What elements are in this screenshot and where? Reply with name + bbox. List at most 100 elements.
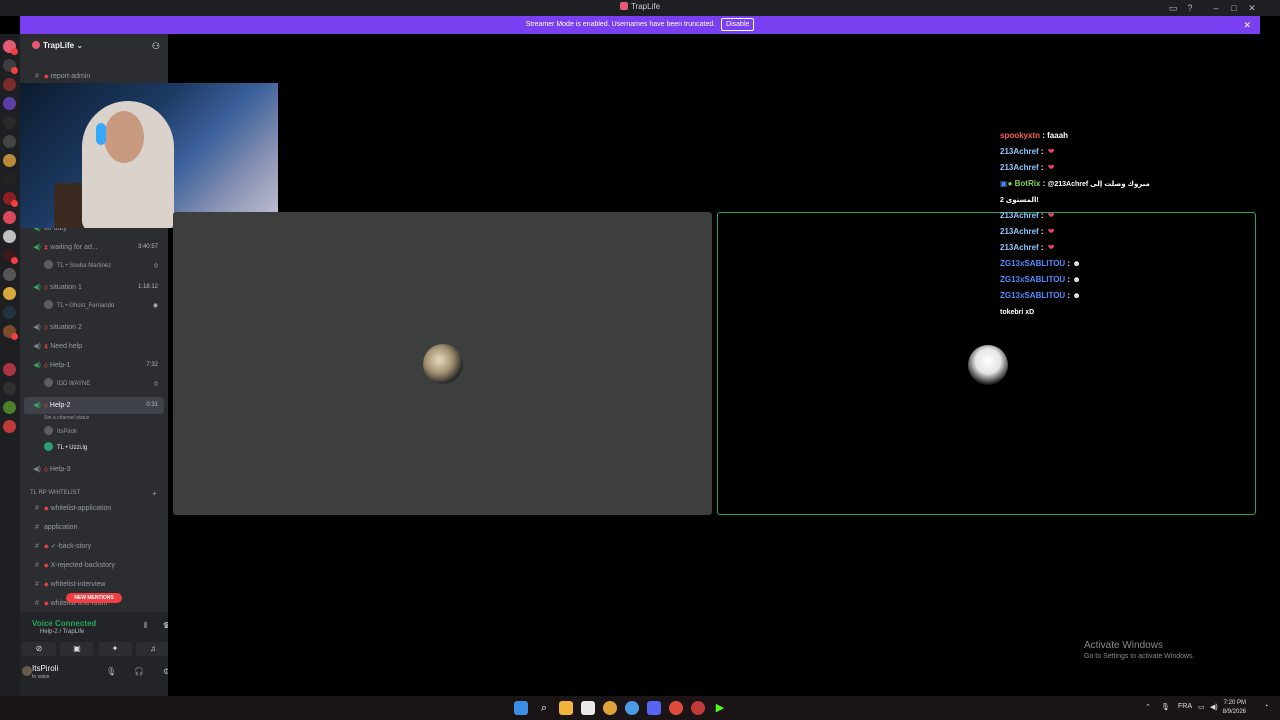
disconnect-icon[interactable]: ☎ bbox=[163, 621, 168, 630]
headphones-icon[interactable]: 🎧 bbox=[134, 667, 144, 676]
close-icon[interactable]: ✕ bbox=[1247, 3, 1257, 13]
lock-icon: ◆ bbox=[44, 601, 49, 607]
bot-badge-icon: ▣ bbox=[1000, 179, 1008, 188]
add-channel-icon[interactable]: + bbox=[152, 490, 157, 498]
heart-emoji-icon: ❤ bbox=[1047, 227, 1055, 236]
kick-icon[interactable]: ▶ bbox=[713, 701, 727, 715]
server-icon[interactable] bbox=[3, 59, 18, 74]
voice-member[interactable]: TL • Ghost_Fernando ◉ bbox=[44, 299, 162, 313]
server-header[interactable]: TrapLife ⌄ ⚇ bbox=[20, 34, 168, 58]
avatar[interactable] bbox=[22, 666, 32, 676]
chrome-icon[interactable] bbox=[669, 701, 683, 715]
network-icon[interactable]: ▭ bbox=[1198, 703, 1205, 711]
microphone-icon[interactable]: 🎙 bbox=[1161, 703, 1170, 711]
channel-whitelist-interview[interactable]: # ◆ whitelist-interview bbox=[24, 576, 164, 593]
channel-help-3[interactable]: ◀) ⦸ Help-3 bbox=[24, 461, 164, 478]
chrome-icon[interactable] bbox=[625, 701, 639, 715]
help-icon[interactable]: ? bbox=[1185, 3, 1195, 13]
channel-waiting[interactable]: ◀) ⧗ waiting for ad... 3:40:57 bbox=[24, 239, 164, 256]
member-status-icons: ⦸ bbox=[154, 263, 158, 269]
webcam-overlay bbox=[20, 83, 278, 228]
server-icon[interactable] bbox=[3, 173, 16, 186]
channel-help-1[interactable]: ◀) ⦸ Help-1 7:32 bbox=[24, 357, 164, 374]
chevron-up-icon[interactable]: ⌃ bbox=[1145, 703, 1151, 711]
username[interactable]: ItsPiroli bbox=[32, 664, 58, 673]
chat-message: 213Achref : ❤ bbox=[1000, 163, 1055, 172]
voice-connected-label[interactable]: Voice Connected bbox=[32, 619, 96, 628]
channel-situation-2[interactable]: ◀) ⦸ situation 2 bbox=[24, 319, 164, 336]
chat-message: 213Achref : ❤ bbox=[1000, 227, 1055, 236]
volume-icon[interactable]: ◀) bbox=[1210, 703, 1218, 711]
channel-situation-1[interactable]: ◀) ⦸ situation 1 1:18:12 bbox=[24, 279, 164, 296]
activities-button[interactable]: ✦ bbox=[98, 642, 132, 656]
channel-whitelist-application[interactable]: # ◆ whitelist-application bbox=[24, 500, 164, 517]
server-icon[interactable] bbox=[3, 116, 16, 129]
minimize-icon[interactable]: – bbox=[1211, 3, 1221, 13]
clock[interactable]: 7:20 PM 8/9/2026 bbox=[1223, 699, 1246, 717]
chat-message: tokebri xD bbox=[1000, 309, 1035, 316]
notifications-icon[interactable]: ◔ bbox=[1264, 703, 1268, 710]
speaker-icon: ◀) bbox=[33, 362, 41, 369]
server-icon[interactable] bbox=[3, 192, 18, 207]
voice-member[interactable]: TL • Uzzi.lg bbox=[44, 441, 162, 455]
channel-status[interactable]: Set a channel status bbox=[44, 411, 162, 425]
channel-rejected-backstory[interactable]: # ◆ X-rejected-backstory bbox=[24, 557, 164, 574]
camera-off-button[interactable]: ⊘ bbox=[22, 642, 56, 656]
new-mentions-badge[interactable]: NEW MENTIONS bbox=[66, 593, 122, 603]
server-icon[interactable] bbox=[3, 249, 18, 264]
server-icon[interactable] bbox=[3, 135, 16, 148]
server-icon[interactable] bbox=[3, 382, 16, 395]
channel-need-help[interactable]: ◀) ⧗ Need help bbox=[24, 338, 164, 355]
noise-suppression-icon[interactable]: ⫴ bbox=[144, 621, 147, 631]
add-member-icon[interactable]: ⚇ bbox=[152, 41, 160, 52]
voice-tile[interactable] bbox=[173, 212, 712, 515]
gear-icon[interactable]: ⚙ bbox=[163, 667, 168, 676]
channel-back-story[interactable]: # ◆ ✓-back-story bbox=[24, 538, 164, 555]
server-icon[interactable] bbox=[3, 78, 16, 91]
server-icon[interactable] bbox=[3, 306, 16, 319]
chrome-icon[interactable] bbox=[603, 701, 617, 715]
server-icon[interactable] bbox=[3, 211, 16, 224]
channel-application[interactable]: # application bbox=[24, 519, 164, 536]
voice-channel-label[interactable]: Help-2 / TrapLife bbox=[40, 629, 84, 635]
server-icon[interactable] bbox=[3, 420, 16, 433]
maximize-icon[interactable]: □ bbox=[1229, 3, 1239, 13]
disable-button[interactable]: Disable bbox=[721, 18, 755, 31]
no-entry-icon: ⦸ bbox=[44, 467, 48, 473]
server-icon[interactable] bbox=[3, 363, 16, 376]
streamer-head bbox=[104, 111, 144, 163]
lock-icon: ◆ bbox=[44, 74, 49, 80]
voice-member[interactable]: ItsPiroli bbox=[44, 425, 162, 439]
server-icon[interactable] bbox=[3, 97, 16, 110]
server-icon[interactable] bbox=[3, 154, 16, 167]
server-icon[interactable] bbox=[3, 325, 18, 340]
search-icon[interactable]: ⌕ bbox=[537, 701, 551, 715]
hourglass-icon: ⧗ bbox=[44, 245, 49, 251]
store-icon[interactable] bbox=[581, 701, 595, 715]
speaker-icon: ◀) bbox=[33, 343, 41, 350]
user-status: In voice bbox=[32, 674, 50, 680]
file-explorer-icon[interactable] bbox=[559, 701, 573, 715]
discord-icon[interactable] bbox=[647, 701, 661, 715]
inbox-icon[interactable]: ▭ bbox=[1168, 3, 1178, 13]
category-whitelist[interactable]: TL RP WHITELIST + bbox=[30, 490, 157, 498]
avatar bbox=[44, 260, 53, 269]
banner-close-icon[interactable]: ✕ bbox=[1243, 16, 1251, 34]
server-icon[interactable] bbox=[3, 230, 16, 243]
server-icon[interactable] bbox=[3, 40, 18, 55]
server-icon[interactable] bbox=[3, 401, 16, 414]
app-icon[interactable] bbox=[691, 701, 705, 715]
screen-share-button[interactable]: ▣ bbox=[60, 642, 94, 656]
soundboard-button[interactable]: ♫ bbox=[136, 642, 168, 656]
speaker-icon: ◀) bbox=[33, 402, 41, 409]
member-status-icons: ⦸ bbox=[154, 381, 158, 387]
microphone-icon[interactable]: 🎙 bbox=[106, 667, 116, 676]
voice-member[interactable]: IDD WAYNE ⦸ bbox=[44, 377, 162, 391]
speaker-icon: ◀) bbox=[33, 466, 41, 473]
server-icon[interactable] bbox=[3, 268, 16, 281]
server-icon[interactable] bbox=[3, 287, 16, 300]
voice-member[interactable]: TL • Souba Martinez ⦸ bbox=[44, 259, 162, 273]
language-indicator[interactable]: FRA bbox=[1178, 703, 1192, 710]
windows-start-icon[interactable] bbox=[514, 701, 528, 715]
server-icon[interactable] bbox=[3, 344, 16, 357]
